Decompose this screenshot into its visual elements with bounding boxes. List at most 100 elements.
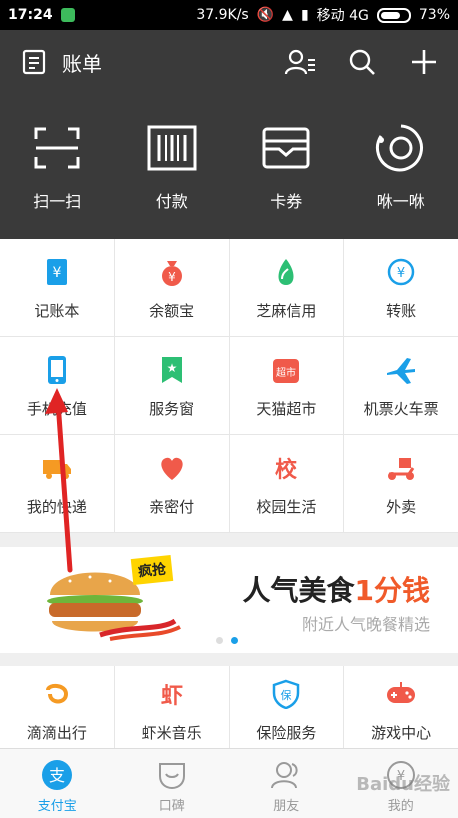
grid-item-sesame[interactable]: 芝麻信用 [229, 239, 344, 336]
alipay-icon: 支 [41, 759, 73, 791]
network-speed: 37.9K/s [196, 7, 249, 23]
grid-item-express[interactable]: 我的快递 [0, 435, 114, 532]
grid-item-label: 服务窗 [149, 400, 195, 418]
grid-item-label: 校园生活 [256, 498, 317, 516]
xiu-icon [373, 120, 429, 176]
grid-item-label: 亲密付 [149, 498, 195, 516]
quick-item-xiu[interactable]: 咻一咻 [344, 120, 458, 212]
promo-banner[interactable]: 疯抢 人气美食1分钱 附近人气晚餐精选 [0, 547, 458, 653]
grid-item-label: 外卖 [386, 498, 417, 516]
heart-icon [154, 450, 190, 486]
svg-text:¥: ¥ [397, 266, 405, 281]
quick-item-scan[interactable]: 扫一扫 [0, 120, 115, 212]
grid-item-tickets[interactable]: 机票火车票 [344, 337, 458, 434]
scooter-icon [383, 450, 419, 486]
tmall-icon: 超市 [268, 352, 304, 388]
gamepad-icon [383, 676, 419, 712]
bill-title[interactable]: 账单 [62, 48, 284, 77]
quick-label: 卡券 [270, 192, 303, 211]
truck-icon [39, 450, 75, 486]
svg-text:超市: 超市 [276, 366, 296, 379]
quick-item-coupons[interactable]: 卡券 [229, 120, 344, 212]
mute-icon: 🔇 [256, 7, 275, 23]
grid-item-campus[interactable]: 校 校园生活 [229, 435, 344, 532]
grid-item-label: 记账本 [34, 302, 80, 320]
grid-item-yuebao[interactable]: ¥ 余额宝 [114, 239, 229, 336]
tab-koubei[interactable]: 口碑 [115, 749, 230, 818]
grid-item-ledger[interactable]: ¥ 记账本 [0, 239, 114, 336]
banner-headline-accent: 1分钱 [354, 574, 430, 607]
quick-label: 扫一扫 [33, 192, 82, 211]
crazy-deal-tag: 疯抢 [130, 554, 174, 586]
add-icon[interactable] [408, 46, 440, 78]
grid-item-label: 转账 [386, 302, 417, 320]
top-bar: 账单 [0, 30, 458, 94]
grid-item-label: 天猫超市 [256, 400, 317, 418]
baidu-watermark: Baidu经验 [356, 774, 450, 795]
quick-item-pay[interactable]: 付款 [115, 120, 230, 212]
tab-friends[interactable]: 朋友 [229, 749, 344, 818]
card-icon [258, 120, 314, 176]
transfer-icon: ¥ [383, 254, 419, 290]
grid-item-insurance[interactable]: 保 保险服务 [229, 666, 344, 752]
grid-item-label: 滴滴出行 [26, 723, 87, 742]
banner-subtitle: 附近人气晚餐精选 [301, 615, 430, 634]
svg-text:¥: ¥ [168, 270, 176, 284]
money-bag-icon: ¥ [154, 254, 190, 290]
friends-icon [270, 759, 302, 791]
quick-actions: 扫一扫 付款 卡券 咻一咻 [0, 120, 458, 212]
bill-icon[interactable] [18, 46, 50, 78]
status-time: 17:24 [8, 7, 53, 23]
svg-text:校: 校 [275, 457, 298, 483]
pager-dot-active[interactable] [231, 637, 238, 644]
grid-item-label: 余额宝 [149, 302, 195, 320]
grid-item-recharge[interactable]: 手机充值 [0, 337, 114, 434]
tab-label: 我的 [387, 799, 414, 814]
didi-icon [39, 676, 75, 712]
search-icon[interactable] [346, 46, 378, 78]
service-grid: ¥ 记账本 ¥ 余额宝 芝麻信用 ¥ 转账 手机充值 ★ 服务窗 超市 天猫超市… [0, 239, 458, 533]
svg-text:保: 保 [281, 688, 292, 702]
shrimp-icon: 虾 [154, 676, 190, 712]
barcode-icon [144, 120, 200, 176]
plane-icon [383, 352, 419, 388]
ledger-icon: ¥ [39, 254, 75, 290]
grid-item-service[interactable]: ★ 服务窗 [114, 337, 229, 434]
contacts-icon[interactable] [284, 46, 316, 78]
grid-item-transfer[interactable]: ¥ 转账 [344, 239, 458, 336]
status-bar: 17:24 37.9K/s 🔇 ▲ ▮ 移动 4G 73% [0, 0, 458, 30]
grid-item-didi[interactable]: 滴滴出行 [0, 666, 114, 752]
sesame-icon [268, 254, 304, 290]
scan-icon [29, 120, 85, 176]
svg-text:★: ★ [166, 361, 177, 375]
home-header: 账单 扫一扫 付款 卡券 咻一咻 [0, 30, 458, 239]
quick-label: 付款 [155, 192, 188, 211]
grid-item-takeout[interactable]: 外卖 [344, 435, 458, 532]
campus-icon: 校 [268, 450, 304, 486]
tab-label: 口碑 [158, 799, 185, 814]
signal-icon: ▮ [300, 7, 309, 23]
grid-item-game[interactable]: 游戏中心 [344, 666, 458, 752]
grid-item-label: 保险服务 [256, 723, 317, 742]
wifi-icon: ▲ [282, 7, 293, 23]
grid-item-xiami[interactable]: 虾 虾米音乐 [114, 666, 229, 752]
grid-item-intimate-pay[interactable]: 亲密付 [114, 435, 229, 532]
quick-label: 咻一咻 [376, 192, 425, 211]
koubei-icon [156, 759, 188, 791]
grid-item-tmall[interactable]: 超市 天猫超市 [229, 337, 344, 434]
grid-item-label: 手机充值 [26, 400, 87, 418]
banner-headline: 人气美食1分钱 [243, 569, 431, 609]
tab-alipay[interactable]: 支 支付宝 [0, 749, 115, 818]
service-grid-2: 滴滴出行 虾 虾米音乐 保 保险服务 游戏中心 [0, 666, 458, 752]
svg-text:¥: ¥ [52, 265, 61, 281]
phone-icon [39, 352, 75, 388]
battery-percent: 73% [418, 7, 450, 23]
security-shield-icon [60, 8, 75, 22]
svg-text:支: 支 [49, 766, 65, 785]
service-icon: ★ [154, 352, 190, 388]
pager-dot[interactable] [216, 637, 223, 644]
tab-label: 朋友 [273, 799, 300, 814]
grid-item-label: 我的快递 [26, 498, 87, 516]
banner-pager [216, 637, 238, 644]
banner-headline-main: 人气美食 [242, 574, 355, 607]
